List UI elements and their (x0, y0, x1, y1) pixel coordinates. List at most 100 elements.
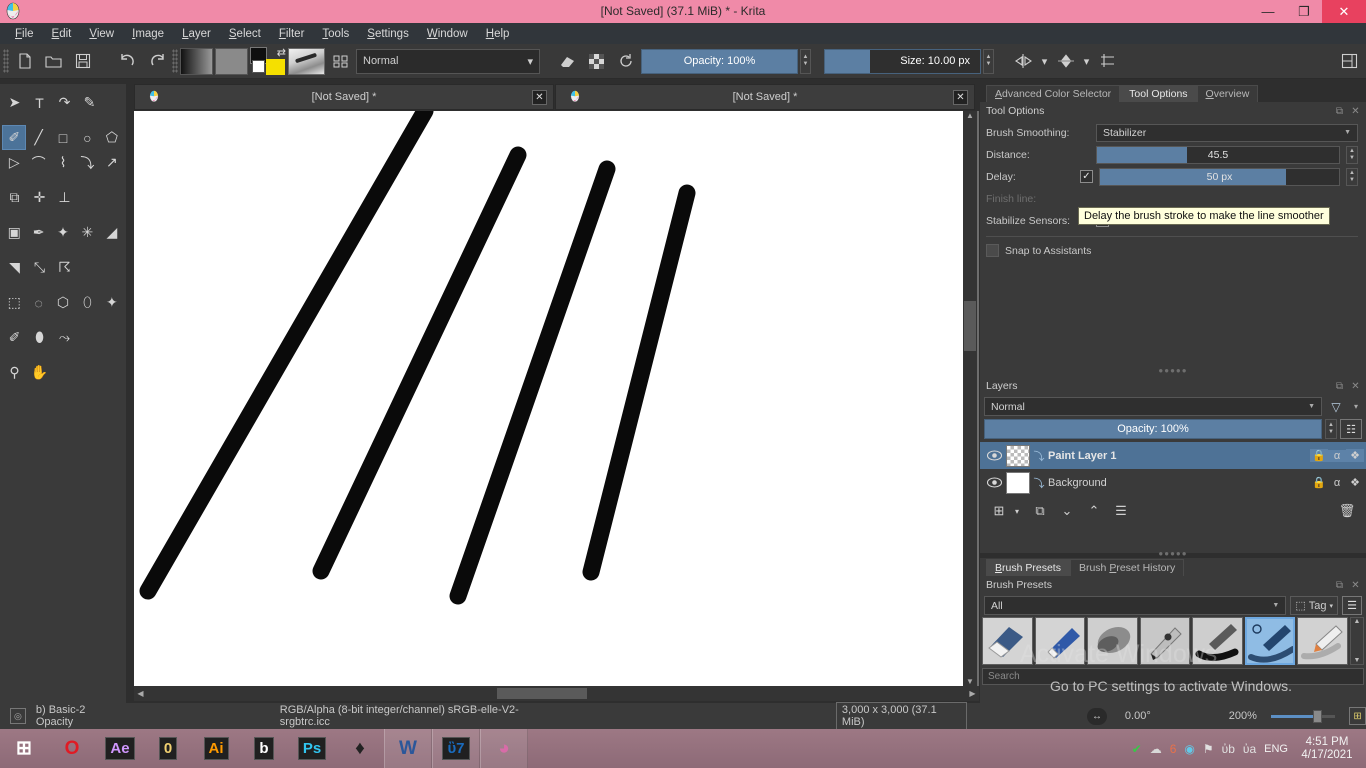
scroll-up-icon[interactable]: ▲ (963, 111, 977, 120)
zoom-slider[interactable] (1271, 715, 1335, 718)
document-tab-close-icon[interactable]: ✕ (532, 90, 547, 105)
brush-preset-search-input[interactable]: Search (982, 668, 1364, 685)
menu-item-tools[interactable]: Tools (313, 26, 358, 42)
save-file-icon[interactable] (69, 48, 96, 75)
elliptical-selection-tool-icon[interactable]: ◌ (26, 290, 50, 315)
bezier-curve-tool-icon[interactable]: ⌒ (26, 150, 50, 175)
select-shapes-tool-icon[interactable]: ➤ (2, 90, 27, 115)
layer-opacity-spinner[interactable]: ▲▼ (1325, 419, 1337, 439)
illustrator-taskbar-icon[interactable]: Ai (192, 729, 240, 768)
language-indicator[interactable]: ENG (1264, 743, 1288, 755)
tab-tool-options[interactable]: Tool Options (1120, 85, 1196, 102)
scroll-right-icon[interactable]: ▶ (966, 689, 979, 698)
layer-thumbnail[interactable] (1006, 472, 1030, 494)
photoshop-taskbar-icon[interactable]: Ps (288, 729, 336, 768)
canvas-vertical-scrollbar[interactable]: ▲ ▼ (963, 111, 977, 686)
layer-inherit-alpha-icon[interactable]: ❖ (1346, 449, 1364, 462)
distance-slider[interactable]: 45.5 (1096, 146, 1340, 164)
menu-item-edit[interactable]: Edit (43, 26, 81, 42)
measure-tool-icon[interactable]: ◥ (2, 255, 27, 280)
mirror-v-dropdown-icon[interactable]: ▾ (1081, 48, 1092, 75)
brush-preset-preview-icon[interactable] (288, 48, 325, 75)
tag-button[interactable]: ⬚ Tag ▾ (1290, 596, 1338, 615)
tab-advanced-color-selector[interactable]: Advanced Color Selector (986, 85, 1120, 102)
close-button[interactable]: ✕ (1322, 0, 1366, 23)
layer-visibility-icon[interactable] (982, 477, 1006, 488)
menu-item-window[interactable]: Window (418, 26, 477, 42)
rotation-reset-icon[interactable]: ↔ (1087, 708, 1107, 725)
float-docker-icon[interactable]: ⧉ (1333, 380, 1346, 393)
delay-spinner[interactable]: ▲▼ (1346, 168, 1358, 186)
color-sampler-tool-icon[interactable]: ✒ (26, 220, 50, 245)
menu-item-image[interactable]: Image (123, 26, 173, 42)
magnetic-selection-tool-icon[interactable]: ⤳ (52, 325, 77, 350)
freehand-selection-tool-icon[interactable]: ⬯ (75, 290, 99, 315)
line-tool-icon[interactable]: ╱ (26, 125, 50, 150)
brush-preset-view-icon[interactable]: ☰ (1342, 596, 1362, 615)
layer-visibility-icon[interactable] (982, 450, 1006, 461)
delay-slider[interactable]: 50 px (1099, 168, 1340, 186)
gradient-swatch[interactable] (180, 48, 213, 75)
fit-to-page-icon[interactable]: ⊞ (1349, 707, 1366, 725)
add-layer-dropdown-icon[interactable]: ▾ (1012, 502, 1022, 520)
menu-item-view[interactable]: View (80, 26, 123, 42)
after-effects-taskbar-icon[interactable]: Ae (96, 729, 144, 768)
layer-thumbnail[interactable] (1006, 445, 1030, 467)
edit-shapes-tool-icon[interactable]: ↷ (52, 90, 77, 115)
polyline-tool-icon[interactable]: ▷ (2, 150, 26, 175)
delay-checkbox[interactable]: ✓ (1080, 170, 1093, 183)
preset-eraser-soft[interactable] (982, 617, 1033, 665)
menu-item-filter[interactable]: Filter (270, 26, 314, 42)
blending-mode-combo[interactable]: Normal ▾ (356, 49, 540, 74)
mirror-vertical-icon[interactable] (1052, 48, 1079, 75)
freehand-brush-tool-icon[interactable]: ✐ (2, 125, 26, 150)
preset-pencil[interactable] (1297, 617, 1348, 665)
duplicate-layer-button-icon[interactable]: ⧉ (1031, 502, 1049, 520)
start-button[interactable]: ⊞ (0, 729, 48, 768)
menu-item-select[interactable]: Select (220, 26, 270, 42)
scroll-down-icon[interactable]: ▼ (963, 677, 977, 686)
assistant-tool-icon[interactable]: ☈ (52, 255, 77, 280)
crop-tool-icon[interactable]: ⊥ (52, 185, 77, 210)
preserve-alpha-icon[interactable] (583, 48, 610, 75)
document-tab-1[interactable]: [Not Saved] *✕ (555, 84, 975, 110)
similar-color-selection-tool-icon[interactable]: ✐ (2, 325, 27, 350)
float-docker-icon[interactable]: ⧉ (1333, 579, 1346, 592)
toolbar-grip-2[interactable] (172, 49, 178, 73)
opacity-slider[interactable]: Opacity: 100% (641, 49, 798, 74)
maximize-button[interactable]: ❐ (1286, 0, 1322, 23)
inkscape-taskbar-icon[interactable]: ♦ (336, 729, 384, 768)
layer-row[interactable]: ⤵Paint Layer 1🔒α❖ (980, 442, 1366, 469)
layer-alpha-icon[interactable]: α (1328, 450, 1346, 462)
volume-tray-icon[interactable]: ὐa (1243, 742, 1256, 756)
toolbar-grip[interactable] (3, 49, 9, 73)
krita-taskbar-icon[interactable]: ◕ (480, 729, 528, 768)
delete-layer-button-icon[interactable]: 🗑 (1338, 502, 1356, 520)
mirror-horizontal-icon[interactable] (1010, 48, 1037, 75)
preset-eraser-small[interactable] (1035, 617, 1086, 665)
tab-brush-preset-history[interactable]: Brush Preset History (1070, 559, 1184, 576)
scroll-up-icon[interactable]: ▲ (1354, 618, 1361, 625)
onedrive-tray-icon[interactable]: ☁ (1150, 742, 1162, 756)
check-tray-icon[interactable]: ✔ (1132, 742, 1142, 756)
calligraphy-tool-icon[interactable]: ✎ (77, 90, 102, 115)
close-docker-icon[interactable]: ✕ (1349, 105, 1362, 118)
horizontal-scroll-thumb[interactable] (497, 688, 587, 699)
layer-row[interactable]: ⤵Background🔒α❖ (980, 469, 1366, 496)
status-image-size[interactable]: 3,000 x 3,000 (37.1 MiB) (836, 702, 967, 730)
mirror-h-dropdown-icon[interactable]: ▾ (1039, 48, 1050, 75)
layer-lock-icon[interactable]: 🔒 (1310, 449, 1328, 462)
redo-icon[interactable] (143, 48, 170, 75)
brush-preset-scrollbar[interactable]: ▲▼ (1350, 617, 1364, 665)
close-docker-icon[interactable]: ✕ (1349, 380, 1362, 393)
reload-preset-icon[interactable] (612, 48, 639, 75)
layer-filter-icon[interactable]: ▽ (1326, 400, 1346, 414)
flag-tray-icon[interactable]: ⚑ (1203, 742, 1214, 756)
bezier-selection-tool-icon[interactable]: ⬮ (27, 325, 52, 350)
rectangular-selection-tool-icon[interactable]: ⬚ (2, 290, 26, 315)
preset-ink-pen[interactable] (1192, 617, 1243, 665)
move-layer-down-button-icon[interactable]: ⌄ (1058, 502, 1076, 520)
chrome-tray-icon[interactable]: ◉ (1184, 742, 1194, 756)
close-docker-icon[interactable]: ✕ (1349, 579, 1362, 592)
layer-inherit-alpha-icon[interactable]: ❖ (1346, 476, 1364, 489)
